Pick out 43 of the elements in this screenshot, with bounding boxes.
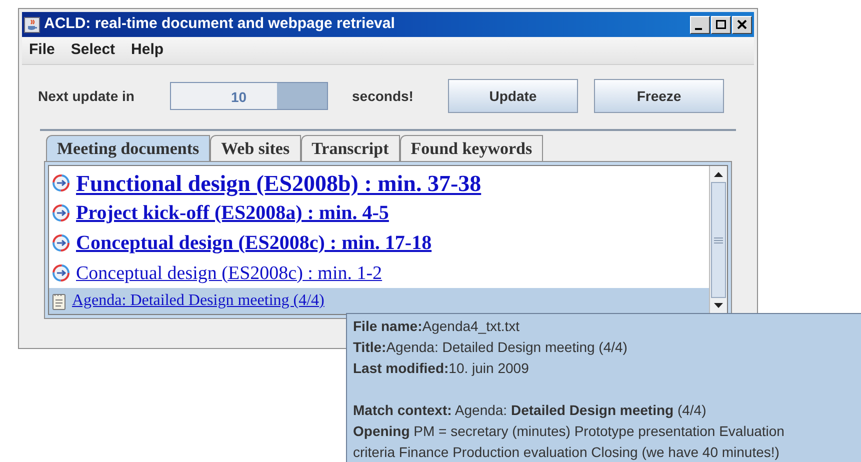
- circle-arrow-icon: [52, 264, 70, 282]
- countdown-reading: 10: [231, 88, 247, 107]
- tooltip-text: File name:Agenda4_txt.txt: [353, 317, 521, 336]
- scroll-thumb[interactable]: [711, 182, 726, 298]
- tab[interactable]: Found keywords: [400, 135, 544, 161]
- circle-arrow-icon: [52, 174, 70, 192]
- tooltip-text: Last modified:10. juin 2009: [353, 359, 530, 378]
- minimize-button[interactable]: [690, 16, 710, 34]
- minimize-icon: [695, 28, 702, 30]
- notepad-icon: [52, 292, 66, 310]
- scrollbar[interactable]: [709, 166, 727, 314]
- window-title: ACLD: real-time document and webpage retrieval: [44, 14, 396, 34]
- action-button[interactable]: Freeze: [594, 79, 724, 113]
- seconds-label: seconds!: [352, 86, 414, 106]
- menu-item[interactable]: Help: [131, 39, 164, 62]
- menu-item[interactable]: File: [29, 39, 55, 62]
- circle-arrow-icon: [52, 204, 70, 222]
- result-row[interactable]: Conceptual design (ES2008c) : min. 1-2: [49, 258, 709, 288]
- maximize-icon: [716, 20, 726, 29]
- result-row[interactable]: Conceptual design (ES2008c) : min. 17-18: [49, 228, 709, 258]
- grip-icon: [714, 236, 723, 244]
- update-label: Next update in: [38, 86, 136, 106]
- tab[interactable]: Transcript: [300, 135, 400, 161]
- menu-item[interactable]: Select: [70, 39, 116, 62]
- tooltip-text: Title:Agenda: Detailed Design meeting (4/4): [353, 338, 628, 357]
- tooltip-text: Match context: Agenda: Detailed Design meeting (4/4): [353, 401, 708, 420]
- result-row[interactable]: Project kick-off (ES2008a) : min. 4-5: [49, 198, 709, 228]
- maximize-button[interactable]: [711, 16, 731, 34]
- coffee-cup-icon: [24, 16, 40, 32]
- result-link[interactable]: Project kick-off (ES2008a) : min. 4-5: [76, 203, 389, 223]
- tab[interactable]: Web sites: [210, 135, 301, 161]
- result-row[interactable]: Agenda: Detailed Design meeting (4/4): [49, 288, 709, 314]
- result-row[interactable]: Functional design (ES2008b) : min. 37-38: [49, 168, 709, 198]
- result-link[interactable]: Functional design (ES2008b) : min. 37-38: [76, 172, 482, 194]
- tooltip-text: Opening PM = secretary (minutes) Prototype presentation Evaluation criteria Finance Production evaluation Closing (we have 40 minutes!): [353, 422, 786, 462]
- tab[interactable]: Meeting documents: [46, 135, 210, 161]
- close-icon: [737, 20, 747, 29]
- result-link[interactable]: Conceptual design (ES2008c) : min. 1-2: [76, 264, 382, 282]
- action-button[interactable]: Update: [448, 79, 578, 113]
- close-button[interactable]: [732, 16, 752, 34]
- result-link[interactable]: Conceptual design (ES2008c) : min. 17-18: [76, 233, 432, 253]
- result-link[interactable]: Agenda: Detailed Design meeting (4/4): [72, 293, 324, 309]
- circle-arrow-icon: [52, 234, 70, 252]
